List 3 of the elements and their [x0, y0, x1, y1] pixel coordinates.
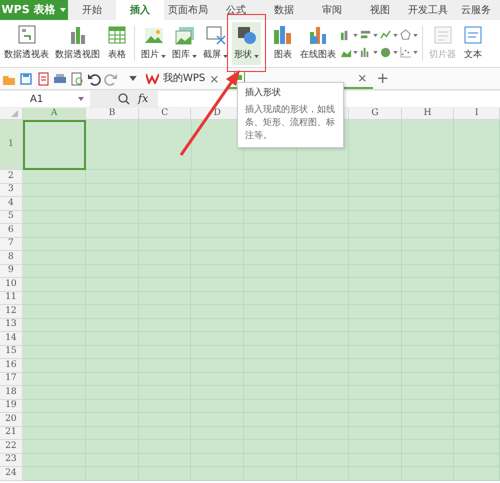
- tab-label: 我的WPS: [163, 72, 206, 86]
- tooltip-text: 插入现成的形状，如线条、矩形、流程图、标注等。: [245, 104, 336, 144]
- tooltip-title: 插入形状: [245, 87, 282, 100]
